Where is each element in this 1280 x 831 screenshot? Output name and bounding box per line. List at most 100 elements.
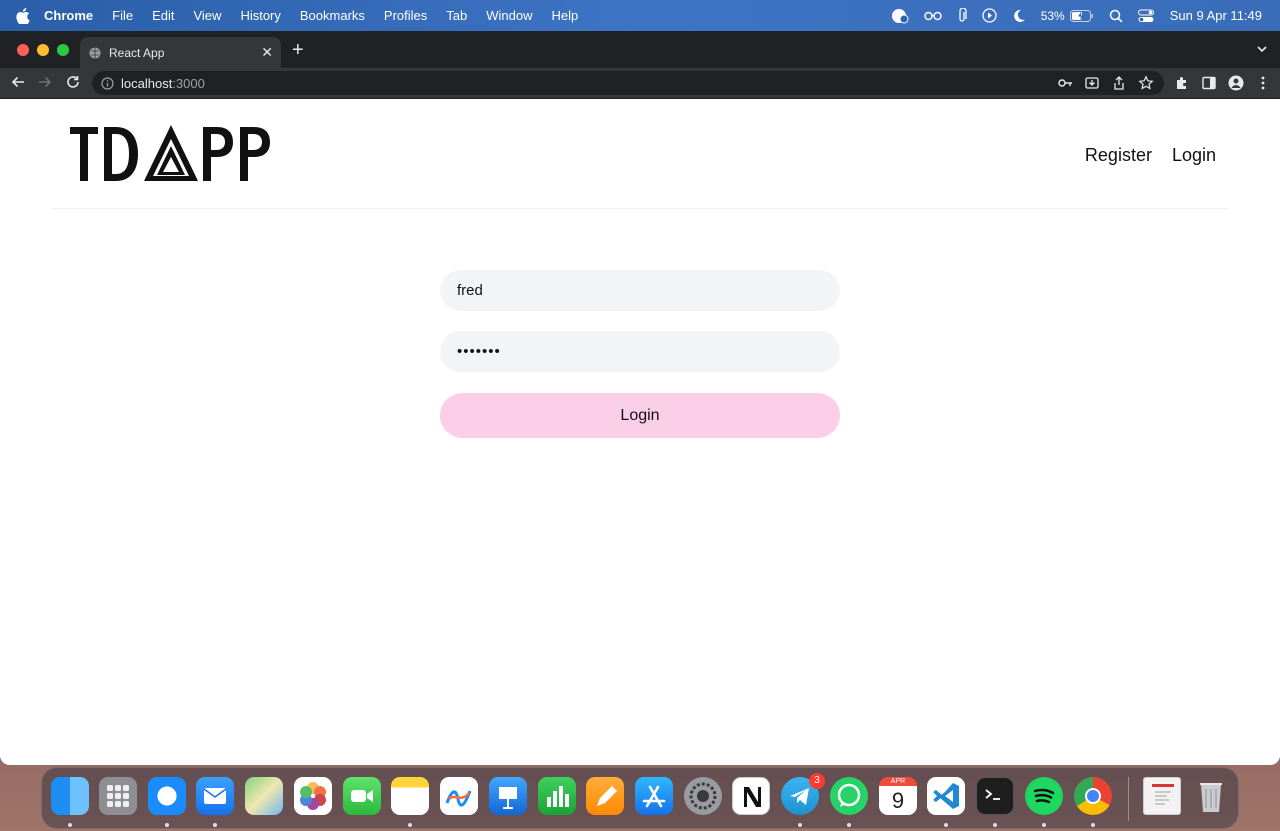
browser-window: React App ✕ + localhost:3000 Register L…	[0, 31, 1280, 765]
running-indicator	[408, 823, 412, 827]
vpn-icon[interactable]	[891, 8, 909, 24]
menu-view[interactable]: View	[193, 8, 221, 23]
password-input[interactable]	[440, 331, 840, 372]
nav-login-link[interactable]: Login	[1172, 145, 1216, 166]
keynote-icon[interactable]	[489, 777, 527, 815]
close-window-button[interactable]	[17, 44, 29, 56]
chrome-icon[interactable]	[1074, 777, 1112, 815]
url-host: localhost	[121, 75, 173, 91]
running-indicator	[165, 823, 169, 827]
login-submit-button[interactable]: Login	[440, 393, 840, 438]
facetime-icon[interactable]	[343, 777, 381, 815]
tab-strip: React App ✕ +	[0, 31, 1280, 68]
window-controls	[17, 44, 69, 56]
tab-react-app[interactable]: React App ✕	[80, 37, 281, 68]
app-store-icon[interactable]	[635, 777, 673, 815]
terminal-icon[interactable]	[976, 777, 1014, 815]
header-nav: Register Login	[1085, 145, 1216, 166]
running-indicator	[993, 823, 997, 827]
menu-bar: Chrome File Edit View History Bookmarks …	[0, 0, 1280, 31]
menu-help[interactable]: Help	[552, 8, 579, 23]
running-indicator	[213, 823, 217, 827]
share-icon[interactable]	[1111, 75, 1127, 94]
app-logo[interactable]	[68, 123, 272, 190]
extensions-puzzle-icon[interactable]	[1174, 75, 1190, 96]
tab-search-chevron-icon[interactable]	[1256, 42, 1268, 60]
calendar-day: 9	[891, 788, 905, 813]
notion-icon[interactable]	[732, 777, 770, 815]
maps-icon[interactable]	[245, 777, 283, 815]
install-app-icon[interactable]	[1084, 75, 1100, 94]
calendar-icon[interactable]: APR 9	[879, 777, 917, 815]
menu-file[interactable]: File	[112, 8, 133, 23]
paperclip-icon[interactable]	[957, 7, 967, 24]
pages-icon[interactable]	[586, 777, 624, 815]
photos-icon[interactable]	[294, 777, 332, 815]
vscode-icon[interactable]	[927, 777, 965, 815]
launchpad-icon[interactable]	[99, 777, 137, 815]
bookmark-star-icon[interactable]	[1138, 75, 1154, 94]
back-arrow-icon[interactable]	[11, 75, 25, 89]
nav-register-link[interactable]: Register	[1085, 145, 1152, 166]
running-indicator	[944, 823, 948, 827]
username-input[interactable]	[440, 270, 840, 311]
dock-separator	[1128, 777, 1129, 821]
menu-edit[interactable]: Edit	[152, 8, 174, 23]
browser-toolbar: localhost:3000	[0, 68, 1280, 99]
reload-icon[interactable]	[66, 75, 80, 89]
side-panel-icon[interactable]	[1201, 75, 1217, 96]
running-indicator	[68, 823, 72, 827]
forward-arrow-icon[interactable]	[38, 75, 52, 89]
running-indicator	[847, 823, 851, 827]
notes-icon[interactable]	[391, 777, 429, 815]
battery-percentage: 53%	[1040, 8, 1065, 23]
tab-title: React App	[109, 45, 165, 60]
telegram-unread-badge: 3	[809, 773, 825, 789]
numbers-icon[interactable]	[538, 777, 576, 815]
menu-profiles[interactable]: Profiles	[384, 8, 427, 23]
globe-icon	[89, 47, 101, 59]
menu-bookmarks[interactable]: Bookmarks	[300, 8, 365, 23]
menu-window[interactable]: Window	[486, 8, 532, 23]
web-page: Register Login Login	[0, 99, 1280, 765]
menu-app-name[interactable]: Chrome	[44, 8, 93, 23]
profile-avatar-icon[interactable]	[1228, 75, 1244, 96]
apple-menu-icon[interactable]	[16, 7, 30, 24]
safari-icon[interactable]	[148, 777, 186, 815]
preview-document-icon[interactable]	[1143, 777, 1181, 815]
address-bar[interactable]: localhost:3000	[92, 71, 1164, 95]
trash-icon[interactable]	[1192, 777, 1230, 815]
menu-tab[interactable]: Tab	[446, 8, 467, 23]
new-tab-icon[interactable]: +	[292, 40, 304, 60]
finder-icon[interactable]	[51, 777, 89, 815]
control-center-icon[interactable]	[1137, 9, 1154, 23]
running-indicator	[798, 823, 802, 827]
minimize-window-button[interactable]	[37, 44, 49, 56]
status-area: 53% Sun 9 Apr 11:49	[876, 0, 1262, 31]
zoom-window-button[interactable]	[57, 44, 69, 56]
site-info-icon[interactable]	[101, 76, 114, 90]
menu-bar-clock[interactable]: Sun 9 Apr 11:49	[1170, 8, 1262, 23]
calendar-month: APR	[890, 778, 906, 785]
mail-icon[interactable]	[196, 777, 234, 815]
login-form: Login	[440, 270, 840, 438]
chrome-menu-icon[interactable]	[1255, 75, 1271, 96]
running-indicator	[1042, 823, 1046, 827]
dock: 3 APR 9	[41, 767, 1239, 829]
freeform-icon[interactable]	[440, 777, 478, 815]
tdapp-logo-icon	[70, 125, 270, 181]
running-indicator	[1091, 823, 1095, 827]
whatsapp-icon[interactable]	[830, 777, 868, 815]
spotify-icon[interactable]	[1025, 777, 1063, 815]
menu-history[interactable]: History	[240, 8, 280, 23]
url-port: :3000	[172, 75, 205, 91]
password-key-icon[interactable]	[1057, 75, 1073, 94]
play-circle-icon[interactable]	[982, 8, 997, 23]
moon-icon[interactable]	[1012, 9, 1026, 23]
spotlight-search-icon[interactable]	[1109, 9, 1123, 23]
close-tab-icon[interactable]: ✕	[261, 45, 273, 59]
site-header: Register Login	[52, 99, 1228, 209]
system-settings-icon[interactable]	[684, 777, 722, 815]
glasses-icon[interactable]	[923, 11, 942, 21]
battery-icon[interactable]	[1069, 9, 1094, 22]
